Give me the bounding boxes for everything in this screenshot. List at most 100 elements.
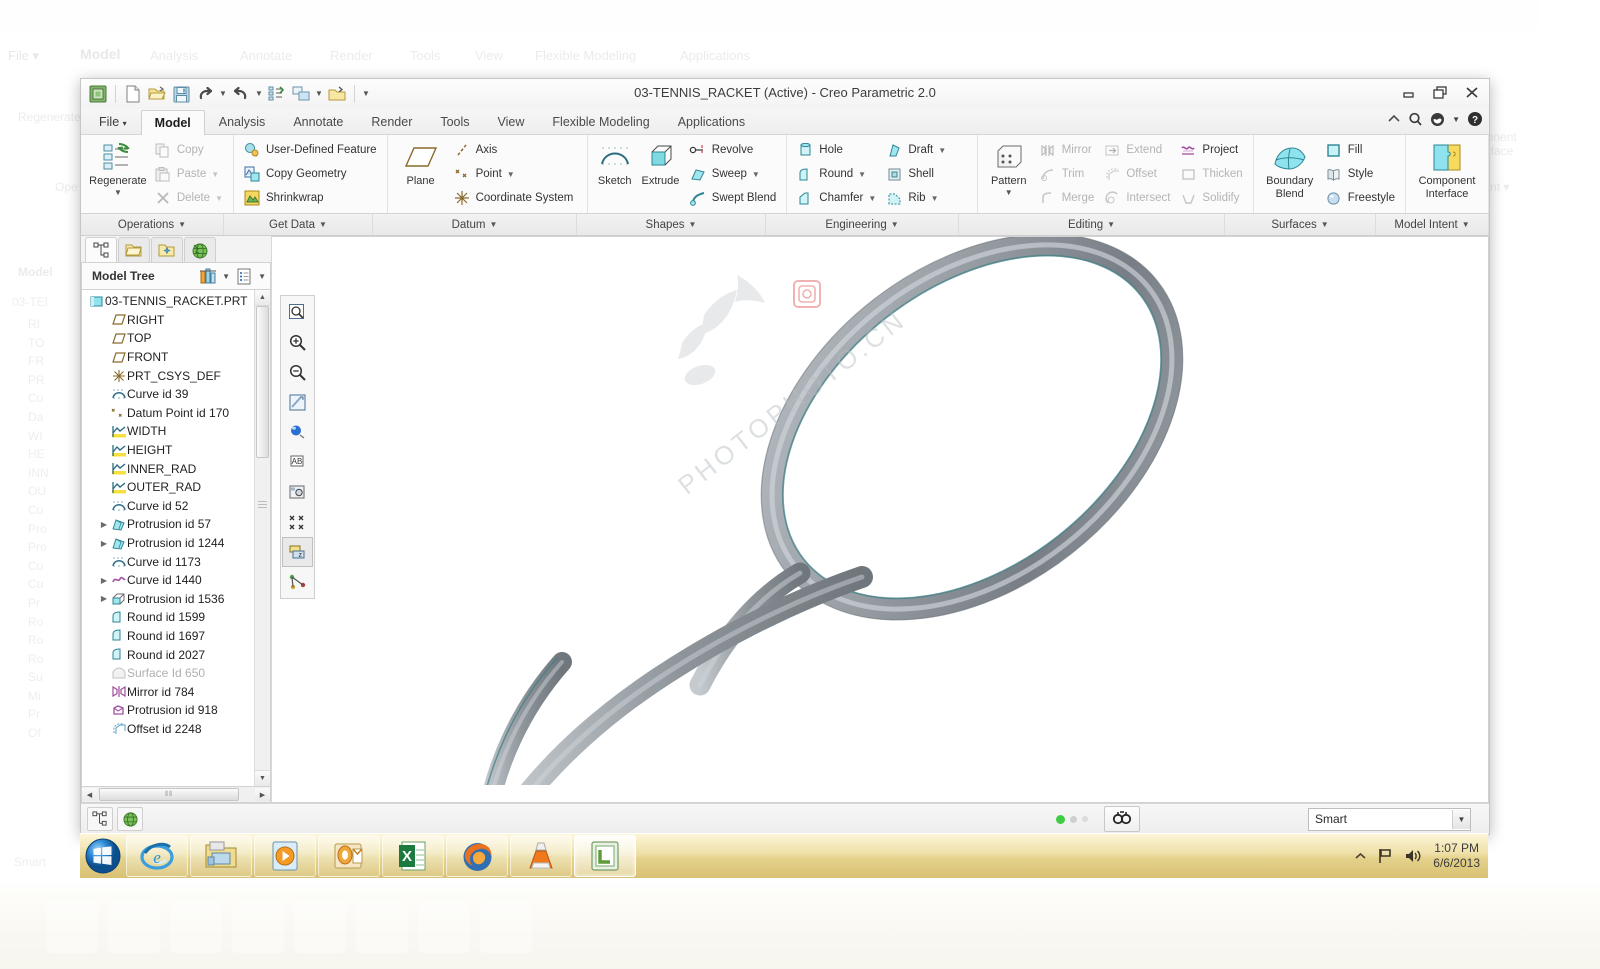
regenerate-button[interactable]: Regenerate ▼ [86,138,150,210]
group-expander-icon[interactable]: ▼ [1107,220,1115,229]
model-tree-item[interactable]: ▶ Protrusion id 57 [84,515,254,534]
firefox-taskbar-icon[interactable] [446,835,508,877]
model-tree-item[interactable]: TOP [84,329,254,348]
vlc-taskbar-icon[interactable] [510,835,572,877]
model-tree-item[interactable]: ▶ Protrusion id 1536 [84,590,254,609]
model-tree-horizontal-scrollbar[interactable]: ◀ ⦀⦀ ▶ [81,787,271,803]
show-hidden-icons-button[interactable] [1354,851,1367,861]
fill-button[interactable]: Fill [1321,138,1400,162]
boundary-blend-button[interactable]: Boundary Blend [1259,138,1321,210]
delete-button[interactable]: Delete ▼ [150,186,228,210]
media-player-taskbar-icon[interactable] [254,835,316,877]
group-label-engineering[interactable]: Engineering ▼ [766,214,959,235]
scroll-up-icon[interactable]: ▲ [255,290,270,306]
sketch-button[interactable]: Sketch [593,138,636,210]
group-label-model-intent[interactable]: Model Intent ▼ [1376,214,1489,235]
group-expander-icon[interactable]: ▼ [689,220,697,229]
model-tree-item[interactable]: Round id 1599 [84,608,254,627]
find-button[interactable] [1104,806,1140,832]
revolve-button[interactable]: Revolve [685,138,782,162]
model-tree-item[interactable]: 03-TENNIS_RACKET.PRT [84,292,254,311]
outlook-taskbar-icon[interactable] [318,835,380,877]
round-dropdown-icon[interactable]: ▼ [858,170,866,179]
solidify-button[interactable]: Solidify [1175,186,1247,210]
thicken-button[interactable]: Thicken [1175,162,1247,186]
undo-dropdown-icon[interactable]: ▼ [218,83,228,105]
rib-button[interactable]: Rib ▼ [881,186,951,210]
model-tree-item[interactable]: RIGHT [84,311,254,330]
tab-tools[interactable]: Tools [426,110,483,134]
expand-arrow-icon[interactable]: ▶ [98,576,110,585]
point-button[interactable]: Point ▼ [449,162,579,186]
hscroll-thumb[interactable]: ⦀⦀ [99,788,239,801]
copy-button[interactable]: Copy [150,138,228,162]
group-expander-icon[interactable]: ▼ [489,220,497,229]
pattern-dropdown-icon[interactable]: ▼ [1005,188,1013,197]
model-tree-item[interactable]: HEIGHT [84,441,254,460]
style-button[interactable]: Style [1321,162,1400,186]
web-browser-toggle-button[interactable] [117,807,143,831]
model-tree-item[interactable]: ▶ Curve id 1440 [84,571,254,590]
selection-filter-dropdown[interactable]: Smart ▼ [1308,807,1471,831]
model-tree-item[interactable]: Round id 1697 [84,627,254,646]
regenerate-icon[interactable] [266,83,288,105]
windows-explorer-taskbar-icon[interactable] [190,835,252,877]
tab-flexible-modeling[interactable]: Flexible Modeling [538,110,663,134]
model-tree-item[interactable]: Protrusion id 918 [84,701,254,720]
scroll-track[interactable] [255,306,270,770]
offset-button[interactable]: Offset [1099,162,1175,186]
tab-applications[interactable]: Applications [664,110,759,134]
rib-dropdown-icon[interactable]: ▼ [931,194,939,203]
model-tree-item[interactable]: ▶ Protrusion id 1244 [84,534,254,553]
scroll-right-icon[interactable]: ▶ [255,788,270,801]
group-label-editing[interactable]: Editing ▼ [959,214,1225,235]
trim-button[interactable]: Trim [1035,162,1100,186]
hscroll-track[interactable]: ⦀⦀ [97,788,255,801]
model-tree-item[interactable]: Offset id 2248 [84,720,254,739]
intersect-button[interactable]: Intersect [1099,186,1175,210]
group-expander-icon[interactable]: ▼ [1462,220,1470,229]
search-icon[interactable] [1408,112,1423,127]
network-flag-icon[interactable] [1377,848,1394,864]
tab-file[interactable]: File ▾ [85,110,141,134]
model-tree-item[interactable]: Curve id 39 [84,385,254,404]
favorites-tab[interactable] [151,237,183,262]
group-expander-icon[interactable]: ▼ [891,220,899,229]
coordinate-system-button[interactable]: Coordinate System [449,186,579,210]
chevron-down-icon[interactable]: ▼ [1452,809,1470,829]
sweep-button[interactable]: Sweep ▼ [685,162,782,186]
group-label-operations[interactable]: Operations ▼ [81,214,224,235]
draft-dropdown-icon[interactable]: ▼ [938,146,946,155]
extrude-button[interactable]: Extrude [636,138,685,210]
model-tree-toggle-button[interactable] [87,807,113,831]
close-window-icon[interactable] [326,83,348,105]
round-button[interactable]: Round ▼ [792,162,881,186]
collapse-ribbon-icon[interactable] [1387,113,1401,125]
save-icon[interactable] [170,83,192,105]
group-expander-icon[interactable]: ▼ [319,220,327,229]
axis-button[interactable]: Axis [449,138,579,162]
delete-dropdown-icon[interactable]: ▼ [215,194,223,203]
tree-settings-dropdown-icon[interactable]: ▼ [258,272,266,281]
paste-button[interactable]: Paste ▼ [150,162,228,186]
help-icon[interactable]: ? [1467,111,1483,127]
chamfer-dropdown-icon[interactable]: ▼ [868,194,876,203]
folder-browser-tab[interactable] [118,237,150,262]
model-tree-item[interactable]: Datum Point id 170 [84,404,254,423]
group-label-get-data[interactable]: Get Data ▼ [224,214,373,235]
expand-arrow-icon[interactable]: ▶ [98,520,110,529]
swept-blend-button[interactable]: Swept Blend [685,186,782,210]
filter-icon[interactable] [197,266,219,286]
account-dropdown-icon[interactable]: ▼ [1452,115,1460,124]
model-tree-tab[interactable] [85,237,117,262]
tab-annotate[interactable]: Annotate [279,110,357,134]
draft-button[interactable]: Draft ▼ [881,138,951,162]
tennis-racket-model[interactable] [272,237,1482,785]
shell-button[interactable]: Shell [881,162,951,186]
user-defined-feature-button[interactable]: User-Defined Feature [239,138,382,162]
new-icon[interactable] [122,83,144,105]
creo-taskbar-icon[interactable] [574,835,636,877]
model-tree-item[interactable]: Curve id 1173 [84,552,254,571]
model-tree-item[interactable]: OUTER_RAD [84,478,254,497]
excel-taskbar-icon[interactable]: X [382,835,444,877]
